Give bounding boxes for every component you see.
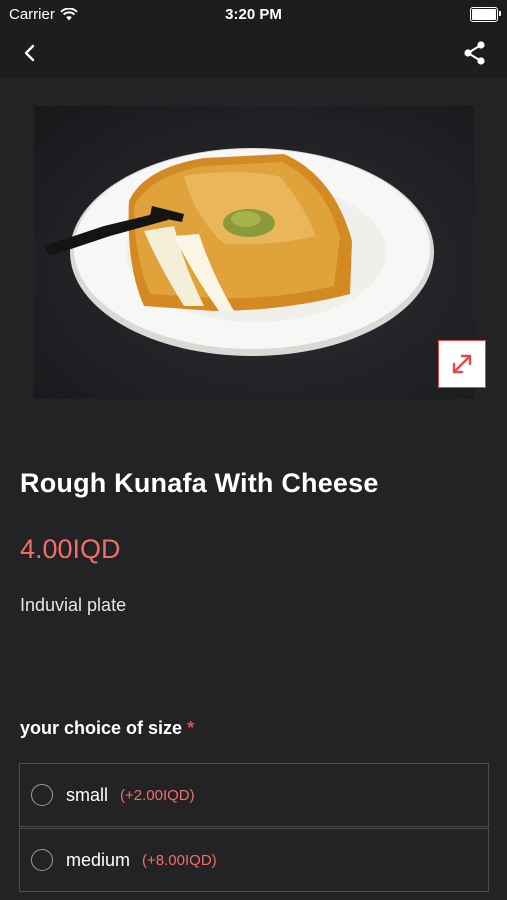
expand-arrows-icon: [452, 354, 472, 374]
status-bar: Carrier 3:20 PM: [0, 0, 507, 28]
size-option-name: medium: [66, 849, 131, 870]
size-option-name: small: [66, 784, 109, 805]
back-button[interactable]: [16, 39, 44, 67]
share-button[interactable]: [461, 39, 489, 67]
kunafa-plate-illustration: [44, 148, 434, 356]
product-description: Induvial plate: [20, 595, 127, 615]
size-option-medium[interactable]: medium (+8.00IQD): [19, 828, 489, 892]
size-option-extra-price: (+2.00IQD): [120, 786, 195, 804]
expand-image-button[interactable]: [438, 340, 486, 388]
size-option-extra-price: (+8.00IQD): [142, 851, 217, 869]
battery-icon: [470, 7, 501, 22]
radio-button-icon[interactable]: [31, 784, 53, 806]
share-icon: [464, 41, 485, 65]
size-option-small[interactable]: small (+2.00IQD): [19, 763, 489, 827]
size-section-label: your choice of size: [20, 718, 183, 738]
product-price: 4.00IQD: [20, 534, 121, 564]
product-title: Rough Kunafa With Cheese: [20, 468, 379, 498]
nav-bar: [0, 28, 507, 78]
chevron-left-icon: [24, 44, 35, 62]
radio-button-icon[interactable]: [31, 849, 53, 871]
required-mark: *: [187, 718, 195, 738]
size-options-list: small (+2.00IQD) medium (+8.00IQD): [19, 763, 489, 893]
product-image: [34, 106, 474, 399]
status-time: 3:20 PM: [225, 6, 282, 23]
size-section-title: your choice of size *: [20, 718, 194, 739]
